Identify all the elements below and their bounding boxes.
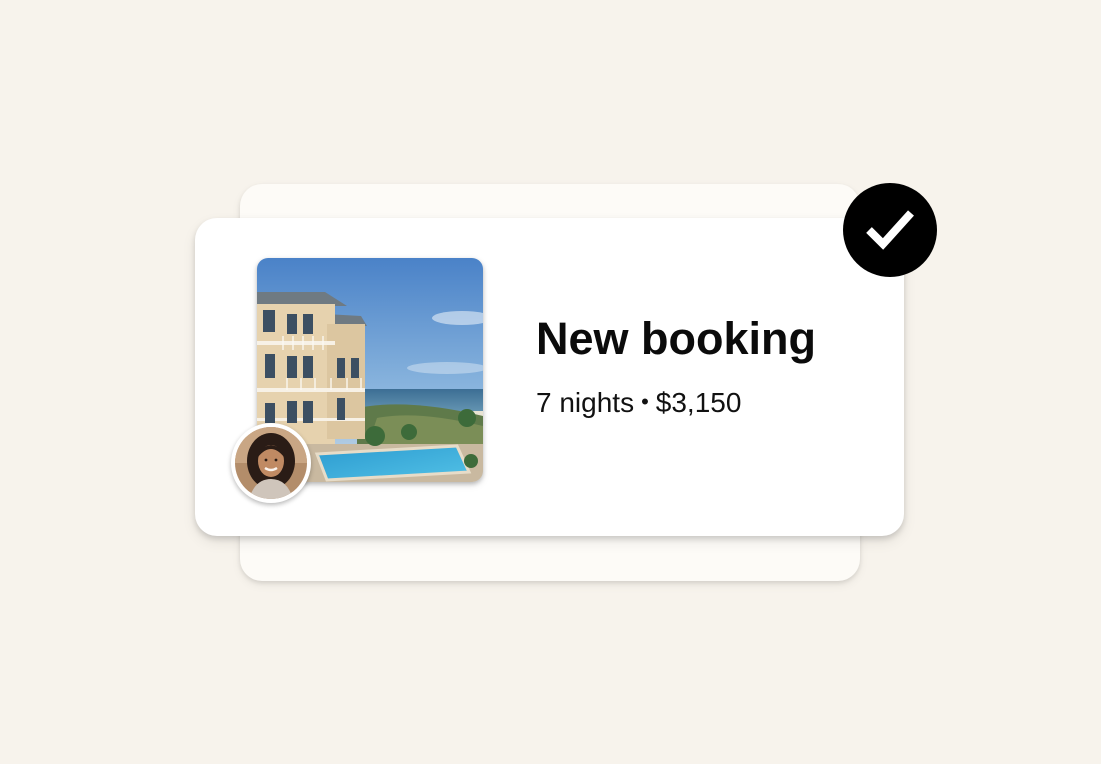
guest-avatar xyxy=(231,423,311,503)
booking-summary: 7 nights • $3,150 xyxy=(536,389,741,417)
booking-price: $3,150 xyxy=(655,387,742,418)
nights-count: 7 nights xyxy=(536,387,635,418)
checkmark-icon xyxy=(866,210,914,250)
notification-title: New booking xyxy=(536,313,816,364)
separator-dot: • xyxy=(641,389,649,414)
booking-confirmed-badge xyxy=(843,183,937,277)
canvas: New booking 7 nights • $3,150 xyxy=(0,0,1101,764)
booking-notification-card[interactable]: New booking 7 nights • $3,150 xyxy=(195,218,904,536)
